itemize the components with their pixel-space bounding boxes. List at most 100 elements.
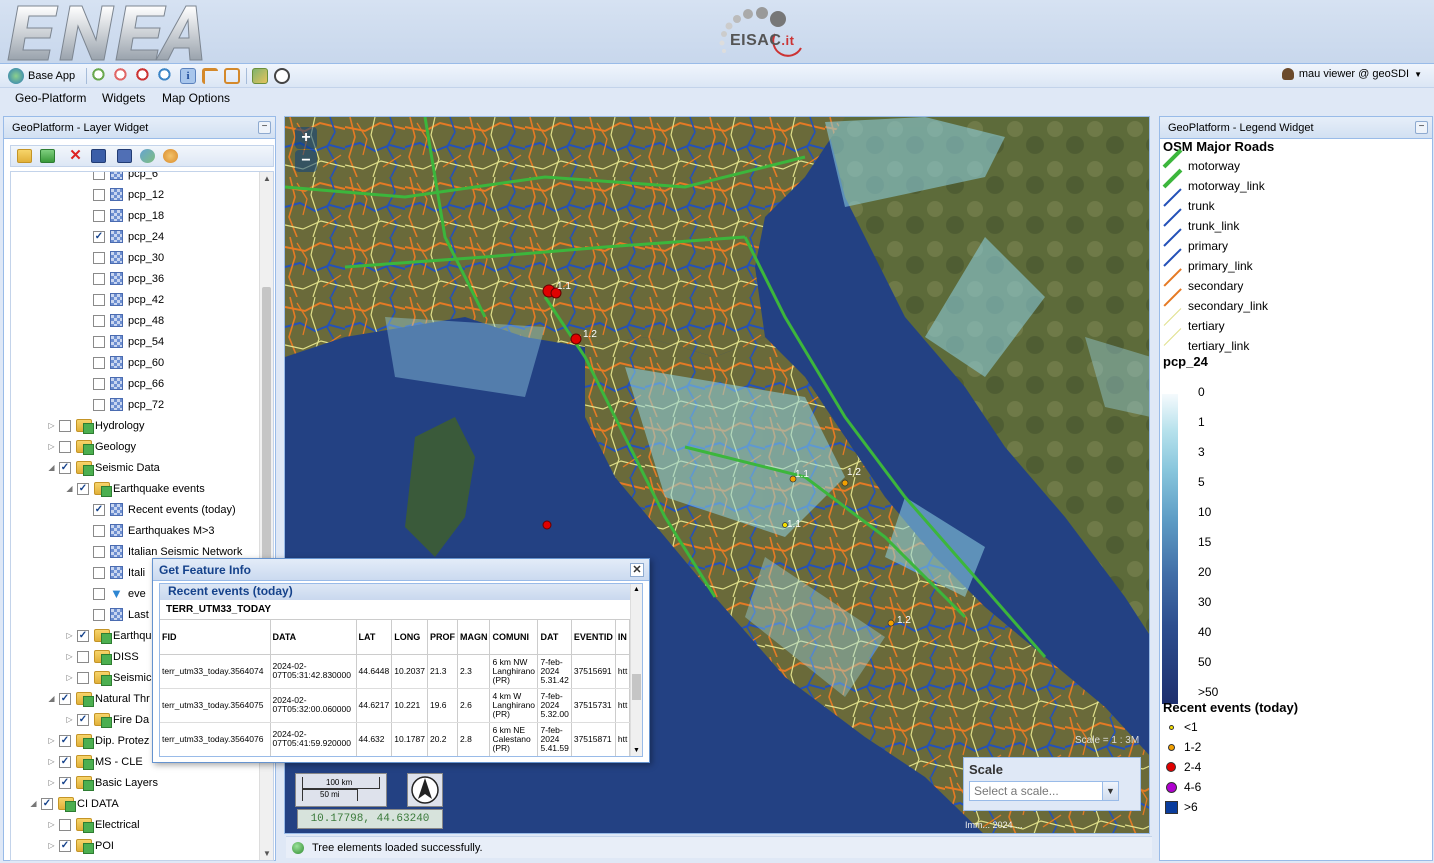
- scroll-down-icon[interactable]: ▼: [633, 747, 640, 754]
- layer-checkbox[interactable]: [77, 650, 89, 663]
- map-export-icon[interactable]: [252, 68, 268, 84]
- clock-icon[interactable]: [274, 68, 290, 84]
- expand-toggle-icon[interactable]: ▷: [47, 757, 56, 766]
- expand-toggle-icon[interactable]: ▷: [47, 442, 56, 451]
- layer-checkbox[interactable]: [93, 209, 105, 222]
- delete-icon[interactable]: ✕: [68, 148, 83, 163]
- tree-node[interactable]: ◢ ✓ Earthquake events: [65, 478, 205, 499]
- menu-geo-platform[interactable]: Geo-Platform: [15, 91, 86, 105]
- layer-checkbox[interactable]: [93, 587, 105, 600]
- base-app-button[interactable]: Base App: [8, 67, 75, 85]
- layer-checkbox[interactable]: [93, 608, 105, 621]
- layer-checkbox[interactable]: [93, 188, 105, 201]
- zoom-in-icon[interactable]: [92, 68, 108, 84]
- expand-toggle-icon[interactable]: ▷: [65, 631, 74, 640]
- layer-checkbox[interactable]: [93, 251, 105, 264]
- chevron-down-icon[interactable]: ▼: [1102, 782, 1118, 800]
- save-icon[interactable]: [91, 149, 106, 163]
- zoom-next-icon[interactable]: [158, 68, 174, 84]
- layer-checkbox[interactable]: ✓: [59, 839, 71, 852]
- zoom-out-icon[interactable]: [114, 68, 130, 84]
- expand-toggle-icon[interactable]: ◢: [65, 484, 74, 493]
- layer-checkbox[interactable]: ✓: [77, 713, 89, 726]
- tree-node[interactable]: ▷ DISS: [65, 646, 139, 667]
- layer-checkbox[interactable]: [93, 545, 105, 558]
- layer-checkbox[interactable]: [93, 566, 105, 579]
- tree-node[interactable]: ◢ ✓ CI DATA: [29, 793, 119, 814]
- tree-node[interactable]: ◢ ✓ Natural Thr: [47, 688, 150, 709]
- tree-node[interactable]: ▷ ✓ Dip. Protez: [47, 730, 149, 751]
- layer-checkbox[interactable]: [59, 440, 71, 453]
- tree-node[interactable]: ▷ Seismic: [65, 667, 152, 688]
- zoom-in-button[interactable]: +: [295, 127, 317, 149]
- add-folder-icon[interactable]: [17, 149, 32, 163]
- tree-node[interactable]: ▷ Geology: [47, 436, 136, 457]
- expand-toggle-icon[interactable]: ▷: [47, 421, 56, 430]
- tree-node[interactable]: pcp_48: [93, 310, 164, 331]
- layer-checkbox[interactable]: [93, 335, 105, 348]
- user-menu[interactable]: mau viewer @ geoSDI ▼: [1281, 68, 1422, 80]
- layer-checkbox[interactable]: [93, 398, 105, 411]
- layer-checkbox[interactable]: [59, 818, 71, 831]
- layer-checkbox[interactable]: [93, 377, 105, 390]
- tree-node[interactable]: ▷ ✓ MS - CLE: [47, 751, 143, 772]
- tree-node[interactable]: pcp_42: [93, 289, 164, 310]
- layer-checkbox[interactable]: [93, 356, 105, 369]
- layer-checkbox[interactable]: [93, 314, 105, 327]
- menu-widgets[interactable]: Widgets: [102, 91, 145, 105]
- layer-checkbox[interactable]: ✓: [77, 482, 89, 495]
- tree-node[interactable]: ▷ Hydrology: [47, 415, 145, 436]
- tree-node[interactable]: pcp_6: [93, 172, 158, 184]
- expand-toggle-icon[interactable]: ▷: [47, 778, 56, 787]
- layer-checkbox[interactable]: ✓: [93, 230, 105, 243]
- layer-checkbox[interactable]: ✓: [59, 692, 71, 705]
- measure-icon[interactable]: [202, 68, 218, 84]
- menu-map-options[interactable]: Map Options: [162, 91, 230, 105]
- layer-checkbox[interactable]: [93, 293, 105, 306]
- tree-node[interactable]: ▷ Electrical: [47, 814, 140, 835]
- expand-toggle-icon[interactable]: ◢: [47, 694, 56, 703]
- layer-checkbox[interactable]: ✓: [59, 734, 71, 747]
- scroll-up-icon[interactable]: ▲: [633, 586, 640, 593]
- gfi-scroll-thumb[interactable]: [632, 674, 641, 700]
- tree-node[interactable]: ◢ ✓ Seismic Data: [47, 457, 160, 478]
- expand-toggle-icon[interactable]: ▷: [65, 673, 74, 682]
- info-icon[interactable]: i: [180, 68, 196, 84]
- layer-checkbox[interactable]: [77, 671, 89, 684]
- settings-icon[interactable]: [163, 149, 178, 163]
- layer-checkbox[interactable]: ✓: [41, 797, 53, 810]
- tree-node[interactable]: ✓ Recent events (today): [93, 499, 236, 520]
- layer-checkbox[interactable]: [93, 524, 105, 537]
- refresh-icon[interactable]: [140, 149, 155, 163]
- layer-checkbox[interactable]: ✓: [77, 629, 89, 642]
- tree-node[interactable]: Last: [93, 604, 149, 625]
- scroll-up-icon[interactable]: ▲: [263, 174, 271, 183]
- tree-node[interactable]: ▷ ✓ Fire Da: [65, 709, 149, 730]
- layer-checkbox[interactable]: [59, 419, 71, 432]
- tree-node[interactable]: Earthquakes M>3: [93, 520, 215, 541]
- expand-toggle-icon[interactable]: ▷: [65, 652, 74, 661]
- zoom-previous-icon[interactable]: [136, 68, 152, 84]
- scroll-down-icon[interactable]: ▼: [263, 849, 271, 858]
- tree-node[interactable]: ▷ ✓ POI: [47, 835, 114, 856]
- collapse-button[interactable]: −: [1415, 121, 1428, 134]
- measure-area-icon[interactable]: [224, 68, 240, 84]
- save-as-icon[interactable]: [117, 149, 132, 163]
- scale-select[interactable]: Select a scale... ▼: [969, 781, 1119, 801]
- layer-checkbox[interactable]: ✓: [59, 755, 71, 768]
- tree-node[interactable]: ▼ eve: [93, 583, 146, 604]
- tree-node[interactable]: pcp_72: [93, 394, 164, 415]
- collapse-button[interactable]: −: [258, 121, 271, 134]
- add-layer-icon[interactable]: [40, 149, 55, 163]
- expand-toggle-icon[interactable]: ▷: [47, 841, 56, 850]
- layer-checkbox[interactable]: ✓: [59, 461, 71, 474]
- close-icon[interactable]: ✕: [630, 563, 644, 577]
- tree-node[interactable]: ▷ ✓ Basic Layers: [47, 772, 158, 793]
- tree-node[interactable]: ▷ ✓ Earthqu: [65, 625, 152, 646]
- layer-checkbox[interactable]: ✓: [93, 503, 105, 516]
- expand-toggle-icon[interactable]: ◢: [47, 463, 56, 472]
- tree-node[interactable]: pcp_12: [93, 184, 164, 205]
- tree-node[interactable]: pcp_66: [93, 373, 164, 394]
- expand-toggle-icon[interactable]: ▷: [47, 736, 56, 745]
- tree-node[interactable]: pcp_36: [93, 268, 164, 289]
